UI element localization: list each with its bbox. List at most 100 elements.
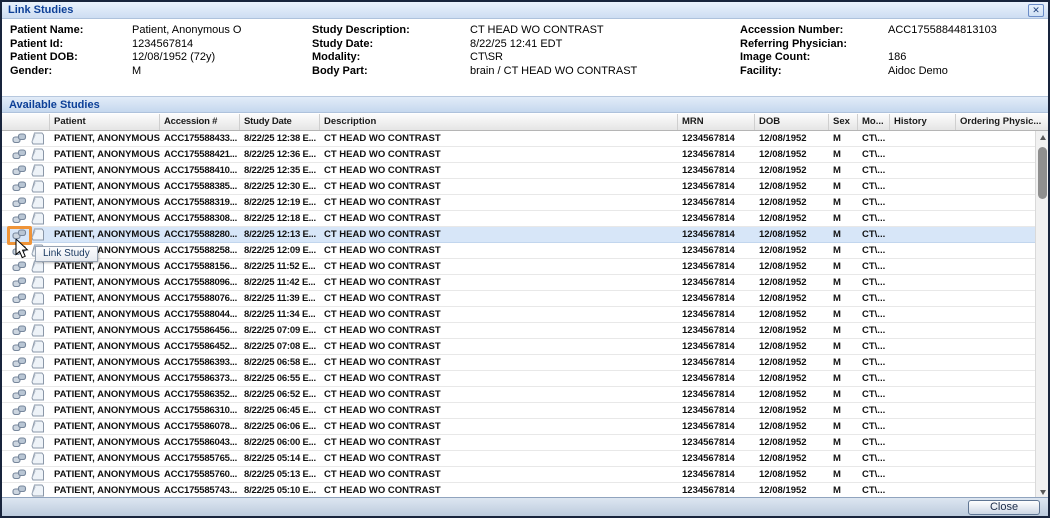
- cell-sex: M: [829, 131, 858, 146]
- link-study-icon[interactable]: [12, 180, 27, 193]
- link-study-icon[interactable]: [12, 212, 27, 225]
- column-header-sex[interactable]: Sex: [829, 114, 858, 130]
- open-report-icon[interactable]: [30, 308, 45, 321]
- cell-mrn: 1234567814: [678, 259, 755, 274]
- open-report-icon[interactable]: [30, 324, 45, 337]
- table-row[interactable]: PATIENT, ANONYMOUS O ACC175588308... 8/2…: [2, 211, 1035, 227]
- link-study-icon[interactable]: [12, 148, 27, 161]
- table-row[interactable]: PATIENT, ANONYMOUS O ACC175588319... 8/2…: [2, 195, 1035, 211]
- table-row[interactable]: PATIENT, ANONYMOUS O ACC175588076... 8/2…: [2, 291, 1035, 307]
- cell-accession: ACC175586043...: [160, 435, 240, 450]
- table-row[interactable]: PATIENT, ANONYMOUS O ACC175586352... 8/2…: [2, 387, 1035, 403]
- table-row[interactable]: PATIENT, ANONYMOUS O ACC175586373... 8/2…: [2, 371, 1035, 387]
- table-row[interactable]: PATIENT, ANONYMOUS O ACC175586456... 8/2…: [2, 323, 1035, 339]
- table-row[interactable]: PATIENT, ANONYMOUS O ACC175588044... 8/2…: [2, 307, 1035, 323]
- close-button[interactable]: Close: [968, 500, 1040, 515]
- column-header-dob[interactable]: DOB: [755, 114, 829, 130]
- cell-modality: CT\...: [858, 355, 890, 370]
- dialog-title: Link Studies: [8, 4, 73, 16]
- open-report-icon[interactable]: [30, 468, 45, 481]
- open-report-icon[interactable]: [30, 212, 45, 225]
- column-header-patient[interactable]: Patient: [50, 114, 160, 130]
- column-header-study-date[interactable]: Study Date: [240, 114, 320, 130]
- table-row[interactable]: PATIENT, ANONYMOUS O ACC175586393... 8/2…: [2, 355, 1035, 371]
- table-row[interactable]: PATIENT, ANONYMOUS O ACC175588156... 8/2…: [2, 259, 1035, 275]
- open-report-icon[interactable]: [30, 180, 45, 193]
- link-study-icon[interactable]: [12, 404, 27, 417]
- table-row[interactable]: PATIENT, ANONYMOUS O ACC175586043... 8/2…: [2, 435, 1035, 451]
- link-study-icon[interactable]: [12, 308, 27, 321]
- link-study-icon[interactable]: [12, 132, 27, 145]
- open-report-icon[interactable]: [30, 132, 45, 145]
- open-report-icon[interactable]: [30, 484, 45, 497]
- link-study-icon[interactable]: [12, 468, 27, 481]
- column-header-modality[interactable]: Mo...: [858, 114, 890, 130]
- link-study-icon[interactable]: [12, 372, 27, 385]
- dialog-close-icon[interactable]: ✕: [1028, 4, 1044, 17]
- link-study-icon[interactable]: [12, 484, 27, 497]
- referring-physician-label: Referring Physician:: [740, 38, 888, 52]
- open-report-icon[interactable]: [30, 420, 45, 433]
- link-study-icon[interactable]: [12, 276, 27, 289]
- table-row[interactable]: PATIENT, ANONYMOUS O ACC175588258... 8/2…: [2, 243, 1035, 259]
- cell-sex: M: [829, 403, 858, 418]
- open-report-icon[interactable]: [30, 388, 45, 401]
- column-header-history[interactable]: History: [890, 114, 956, 130]
- cell-mrn: 1234567814: [678, 323, 755, 338]
- cell-dob: 12/08/1952: [755, 131, 829, 146]
- vertical-scrollbar[interactable]: [1035, 131, 1048, 499]
- open-report-icon[interactable]: [30, 164, 45, 177]
- link-study-icon[interactable]: [12, 164, 27, 177]
- cell-mrn: 1234567814: [678, 243, 755, 258]
- table-row[interactable]: PATIENT, ANONYMOUS O ACC175588433... 8/2…: [2, 131, 1035, 147]
- table-row[interactable]: PATIENT, ANONYMOUS O ACC175586310... 8/2…: [2, 403, 1035, 419]
- table-row[interactable]: PATIENT, ANONYMOUS O ACC175588096... 8/2…: [2, 275, 1035, 291]
- link-study-icon[interactable]: [12, 340, 27, 353]
- link-study-icon[interactable]: [12, 260, 27, 273]
- link-study-icon[interactable]: [12, 420, 27, 433]
- cell-ordering-physician: [956, 179, 1035, 194]
- link-study-icon[interactable]: [12, 244, 27, 257]
- table-row[interactable]: PATIENT, ANONYMOUS O ACC175588385... 8/2…: [2, 179, 1035, 195]
- open-report-icon[interactable]: [30, 404, 45, 417]
- link-study-icon[interactable]: [12, 196, 27, 209]
- column-header-ordering-physician[interactable]: Ordering Physic...: [956, 114, 1048, 130]
- link-study-icon[interactable]: [12, 388, 27, 401]
- cell-sex: M: [829, 483, 858, 498]
- open-report-icon[interactable]: [30, 148, 45, 161]
- column-header-mrn[interactable]: MRN: [678, 114, 755, 130]
- open-report-icon[interactable]: [30, 356, 45, 369]
- open-report-icon[interactable]: [30, 276, 45, 289]
- table-row[interactable]: PATIENT, ANONYMOUS O ACC175588421... 8/2…: [2, 147, 1035, 163]
- table-row[interactable]: PATIENT, ANONYMOUS O ACC175588410... 8/2…: [2, 163, 1035, 179]
- table-row[interactable]: PATIENT, ANONYMOUS O ACC175585765... 8/2…: [2, 451, 1035, 467]
- cell-mrn: 1234567814: [678, 339, 755, 354]
- table-row[interactable]: PATIENT, ANONYMOUS O ACC175586452... 8/2…: [2, 339, 1035, 355]
- link-study-icon[interactable]: [12, 292, 27, 305]
- link-study-icon[interactable]: [12, 324, 27, 337]
- open-report-icon[interactable]: [30, 452, 45, 465]
- table-row[interactable]: PATIENT, ANONYMOUS O ACC175588280... 8/2…: [2, 227, 1035, 243]
- table-row[interactable]: PATIENT, ANONYMOUS O ACC175585760... 8/2…: [2, 467, 1035, 483]
- scrollbar-thumb[interactable]: [1038, 147, 1047, 199]
- cell-ordering-physician: [956, 371, 1035, 386]
- cell-mrn: 1234567814: [678, 291, 755, 306]
- open-report-icon[interactable]: [30, 340, 45, 353]
- cell-patient: PATIENT, ANONYMOUS O: [50, 451, 160, 466]
- column-header-description[interactable]: Description: [320, 114, 678, 130]
- link-study-icon[interactable]: [12, 436, 27, 449]
- open-report-icon[interactable]: [30, 228, 45, 241]
- table-row[interactable]: PATIENT, ANONYMOUS O ACC175586078... 8/2…: [2, 419, 1035, 435]
- open-report-icon[interactable]: [30, 436, 45, 449]
- link-study-icon[interactable]: [12, 228, 27, 241]
- link-study-icon[interactable]: [12, 356, 27, 369]
- cell-dob: 12/08/1952: [755, 275, 829, 290]
- cell-study-date: 8/22/25 11:34 E...: [240, 307, 320, 322]
- open-report-icon[interactable]: [30, 372, 45, 385]
- link-study-icon[interactable]: [12, 452, 27, 465]
- cell-accession: ACC175585760...: [160, 467, 240, 482]
- open-report-icon[interactable]: [30, 292, 45, 305]
- column-header-accession[interactable]: Accession #: [160, 114, 240, 130]
- open-report-icon[interactable]: [30, 196, 45, 209]
- scrollbar-up-icon[interactable]: [1036, 131, 1049, 144]
